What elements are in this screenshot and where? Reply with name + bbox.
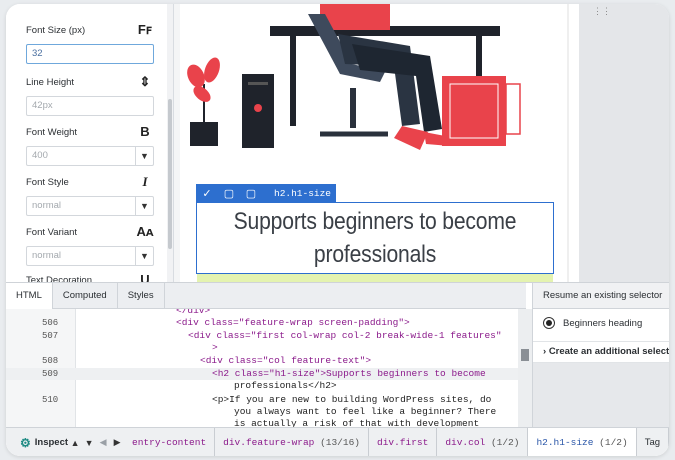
tab-computed[interactable]: Computed [53,283,118,308]
breadcrumb-bar: ⚙ Inspect ▲ ▼ ◀ ▶ entry-content div.feat… [6,427,669,456]
right-edge-panel: ⋮⋮ [579,4,669,282]
code-line[interactable]: you always want to feel like a beginner?… [6,406,518,418]
font-style-select[interactable]: normal ▼ [26,196,154,216]
font-style-value: normal [32,200,62,211]
create-selector-toggle[interactable]: › Create an additional selector [533,341,669,363]
font-style-label: Font Style [26,177,69,188]
scroll-thumb[interactable] [521,349,529,361]
font-size-label: Font Size (px) [26,25,86,36]
font-weight-icon: B [140,124,150,139]
next-element-highlight [197,274,553,282]
more-icon[interactable]: ⋮⋮ [593,6,611,17]
code-line[interactable]: 510 <p>If you are new to building WordPre… [6,394,518,406]
font-weight-label: Font Weight [26,127,78,138]
arrow-up-icon[interactable]: ▲ [68,438,82,448]
page-preview: ✓ ▢ ▢ h2.h1-size Supports beginners to b… [174,4,569,282]
illustration-image [187,4,521,150]
code-line[interactable]: 506 <div class="feature-wrap screen-paddi… [6,317,518,329]
existing-selector-label: Beginners heading [563,317,643,329]
font-variant-value: normal [32,250,62,261]
radio-selected-icon[interactable] [543,317,555,329]
selector-panel-empty [533,363,669,427]
check-circle-icon[interactable]: ✓ [196,184,218,202]
breadcrumb-item[interactable]: Tag [637,427,669,456]
line-height-icon: ⇕ [139,74,151,89]
preview-heading[interactable]: Supports beginners to become professiona… [218,205,531,271]
breadcrumb-item-current[interactable]: h2.h1-size (1/2) [528,427,637,456]
style-properties-panel: Font Size (px) Fꜰ 32 Line Height ⇕ 42px … [6,4,174,282]
tab-styles[interactable]: Styles [118,283,165,308]
line-height-property: Line Height ⇕ 42px [26,74,154,116]
chevron-down-icon[interactable]: ▼ [135,247,153,265]
selected-heading-outline[interactable]: Supports beginners to become professiona… [196,202,554,274]
inspect-label: Inspect [34,437,69,448]
font-variant-label: Font Variant [26,227,78,238]
devtools-tabs: HTML Computed Styles [6,283,526,310]
tab-html[interactable]: HTML [6,283,53,310]
font-variant-property: Font Variant Aᴀ normal ▼ [26,224,154,266]
font-style-property: Font Style I normal ▼ [26,174,154,216]
app-window: Font Size (px) Fꜰ 32 Line Height ⇕ 42px … [6,4,669,456]
line-height-input[interactable]: 42px [26,96,154,116]
font-variant-select[interactable]: normal ▼ [26,246,154,266]
selector-panel-heading: Resume an existing selector [533,283,669,309]
existing-selector-option[interactable]: Beginners heading [543,317,642,329]
text-decoration-label: Text Decoration [26,275,93,282]
inspect-button[interactable]: ⚙ Inspect [6,428,68,457]
code-line[interactable]: is actually a risk of that with developm… [6,418,518,427]
scroll-thumb[interactable] [168,99,172,249]
font-weight-property: Font Weight B 400 ▼ [26,124,154,166]
preview-canvas: ✓ ▢ ▢ h2.h1-size Supports beginners to b… [180,4,568,282]
selected-element-label: h2.h1-size [274,187,332,199]
breadcrumb-item[interactable]: entry-content [124,427,216,456]
font-size-property: Font Size (px) Fꜰ 32 [26,22,154,64]
font-weight-select[interactable]: 400 ▼ [26,146,154,166]
select-child-icon[interactable]: ▢ [240,184,262,202]
panel-scrollbar[interactable] [167,4,173,282]
text-decoration-property: Text Decoration U [26,272,154,282]
text-decoration-icon: U [140,272,150,282]
chevron-down-icon[interactable]: ▼ [135,147,153,165]
code-line[interactable]: professionals</h2> [6,380,518,392]
code-line[interactable]: </div> [6,309,518,317]
font-size-input[interactable]: 32 [26,44,154,64]
breadcrumb-item[interactable]: div.first [369,427,438,456]
arrow-right-icon[interactable]: ▶ [110,437,124,448]
devtools-panel: HTML Computed Styles </div> 506 <div clas… [6,282,669,456]
selector-panel: Resume an existing selector Beginners he… [532,283,669,427]
preview-scrollbar[interactable] [567,4,569,282]
chevron-down-icon[interactable]: ▼ [135,197,153,215]
code-line[interactable]: > [6,342,518,354]
breadcrumb-item[interactable]: div.col (1/2) [437,427,529,456]
code-line[interactable]: 507 <div class="first col-wrap col-2 brea… [6,330,518,342]
arrow-left-icon[interactable]: ◀ [96,437,110,448]
arrow-down-icon[interactable]: ▼ [82,438,96,448]
chevron-right-icon: › [543,346,547,357]
code-line-selected[interactable]: 509 <h2 class="h1-size">Supports beginner… [6,368,518,380]
create-selector-label: Create an additional selector [548,346,669,357]
font-size-icon: Fꜰ [137,22,153,37]
element-selection-bar: ✓ ▢ ▢ h2.h1-size [196,184,336,202]
code-scrollbar[interactable] [518,309,532,427]
font-variant-icon: Aᴀ [136,224,154,239]
line-height-label: Line Height [26,77,75,88]
select-parent-icon[interactable]: ▢ [218,184,240,202]
font-style-icon: I [142,174,148,189]
code-line[interactable]: 508 <div class="col feature-text"> [6,355,518,367]
gear-icon: ⚙ [20,435,31,450]
font-weight-value: 400 [32,150,48,161]
html-code-view[interactable]: </div> 506 <div class="feature-wrap scree… [6,309,518,427]
breadcrumb-item[interactable]: div.feature-wrap (13/16) [215,427,369,456]
